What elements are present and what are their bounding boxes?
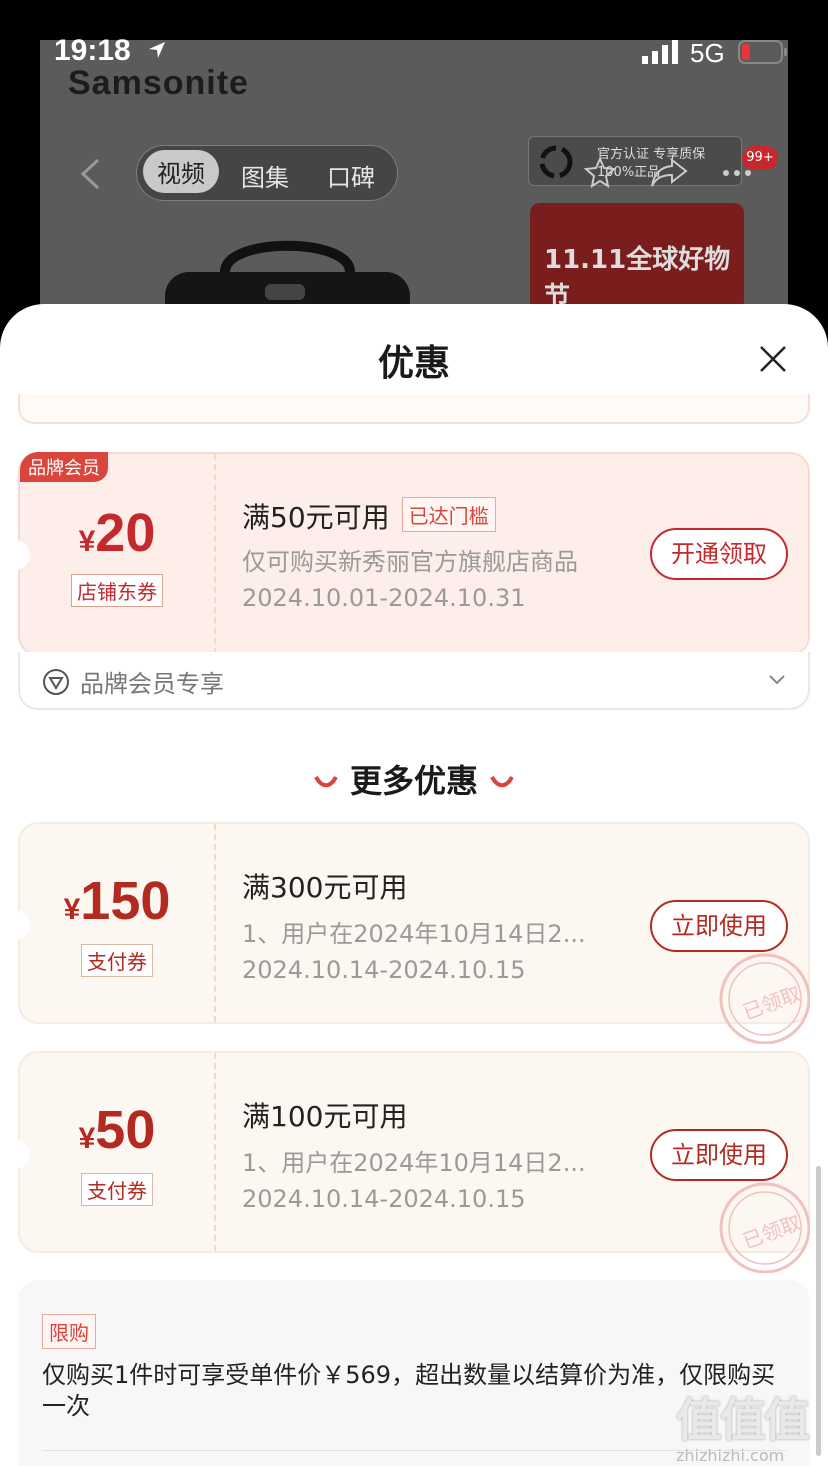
close-icon[interactable]: [758, 344, 788, 374]
battery-icon: [738, 40, 787, 64]
signal-icon: [642, 40, 678, 64]
promo-banner[interactable]: 11.11全球好物节: [530, 203, 744, 313]
share-icon[interactable]: [650, 156, 688, 188]
heading-decoration-icon: [490, 775, 514, 788]
more-offers-title: 更多优惠: [349, 762, 478, 800]
amount-value: 150: [80, 871, 171, 931]
coupon-divider: [214, 454, 216, 654]
coupon-type: 店铺东券: [20, 574, 214, 607]
coupon-divider: [214, 824, 216, 1022]
back-icon[interactable]: [78, 157, 102, 191]
currency-symbol: ¥: [78, 525, 96, 558]
coupon-type: 支付券: [20, 1173, 214, 1206]
coupon-type-label: 支付券: [81, 944, 153, 977]
promo-banner-text: 11.11全球好物节: [544, 245, 731, 312]
member-coupon-card: 品牌会员 ¥20 店铺东券 满50元可用 已达门槛 仅可购买新秀丽官方旗舰店商品 …: [10, 452, 810, 656]
site-watermark: 值值值 zhizhizhi.com: [676, 1384, 826, 1465]
chevron-down-icon[interactable]: [768, 674, 786, 686]
coupon-condition: 满100元可用: [242, 1100, 408, 1133]
limit-tag: 限购: [42, 1314, 96, 1349]
claimed-stamp-text: 已领取: [739, 981, 804, 1024]
open-claim-button[interactable]: 开通领取: [650, 528, 788, 580]
status-time: 19:18: [54, 34, 131, 67]
coupon-amount: ¥20: [20, 502, 214, 564]
tab-reviews[interactable]: 口碑: [327, 158, 375, 193]
member-footer-text: 品牌会员专享: [80, 670, 224, 698]
coupon-sheet: 优惠 品牌会员 ¥20 店铺东券 满50元可用 已达门槛 仅可购买新秀丽官方旗舰店…: [0, 304, 828, 1466]
official-badge: 官方认证 专享质保 100%正品: [528, 136, 742, 186]
coupon-condition-row: 满50元可用 已达门槛: [242, 496, 496, 536]
currency-symbol: ¥: [63, 893, 81, 926]
cart-count-badge: 99+: [742, 146, 778, 170]
coupon-validity: 2024.10.01-2024.10.31: [242, 584, 526, 612]
previous-coupon-edge: [18, 394, 810, 424]
coupon-type-label: 店铺东券: [71, 574, 163, 607]
coupon-description: 仅可购买新秀丽官方旗舰店商品: [242, 548, 578, 576]
coupon-type-label: 支付券: [81, 1173, 153, 1206]
brand-symbol-icon: [539, 145, 573, 179]
currency-symbol: ¥: [78, 1122, 96, 1155]
coupon-condition: 满50元可用: [242, 501, 390, 534]
tab-gallery[interactable]: 图集: [241, 158, 289, 193]
member-v-icon: [43, 669, 69, 695]
coupon-description: 1、用户在2024年10月14日2...: [242, 1149, 586, 1177]
coupon-validity: 2024.10.14-2024.10.15: [242, 956, 526, 984]
threshold-tag: 已达门槛: [401, 497, 496, 532]
claimed-stamp-text: 已领取: [739, 1210, 804, 1253]
coupon-validity: 2024.10.14-2024.10.15: [242, 1185, 526, 1213]
favorite-star-icon[interactable]: [584, 156, 616, 188]
media-tabs: 视频 图集 口碑: [136, 145, 398, 201]
member-label: 品牌会员: [20, 452, 108, 482]
heading-decoration-icon: [314, 775, 338, 788]
coupon-condition: 满300元可用: [242, 871, 408, 904]
watermark-logo-text: 值值值: [676, 1393, 810, 1447]
status-bar: 19:18 5G: [0, 0, 828, 68]
coupon-description: 1、用户在2024年10月14日2...: [242, 920, 586, 948]
divider: [42, 1450, 786, 1451]
brand-logo: Samsonite: [68, 64, 249, 102]
pay-coupon-card: ¥50 支付券 满100元可用 1、用户在2024年10月14日2... 202…: [10, 1051, 810, 1273]
coupon-type: 支付券: [20, 944, 214, 977]
limit-text: 仅购买1件时可享受单件价￥569，超出数量以结算价为准，仅限购买一次: [42, 1361, 776, 1420]
coupon-amount: ¥50: [20, 1099, 214, 1161]
coupon-divider: [214, 1053, 216, 1251]
sheet-title: 优惠: [377, 343, 450, 384]
amount-value: 50: [95, 1100, 156, 1160]
pay-coupon-card: ¥150 支付券 满300元可用 1、用户在2024年10月14日2... 20…: [10, 822, 810, 1044]
coupon-amount: ¥150: [20, 870, 214, 932]
more-offers-heading: 更多优惠: [0, 756, 828, 802]
more-dots-icon[interactable]: [722, 168, 752, 178]
amount-value: 20: [95, 503, 156, 563]
claimed-stamp-icon: 已领取: [719, 1182, 810, 1273]
tab-video[interactable]: 视频: [143, 150, 219, 193]
claimed-stamp-icon: 已领取: [719, 953, 810, 1044]
network-type: 5G: [690, 38, 725, 68]
member-footer[interactable]: 品牌会员专享: [18, 652, 810, 710]
location-arrow-icon: [149, 42, 165, 58]
